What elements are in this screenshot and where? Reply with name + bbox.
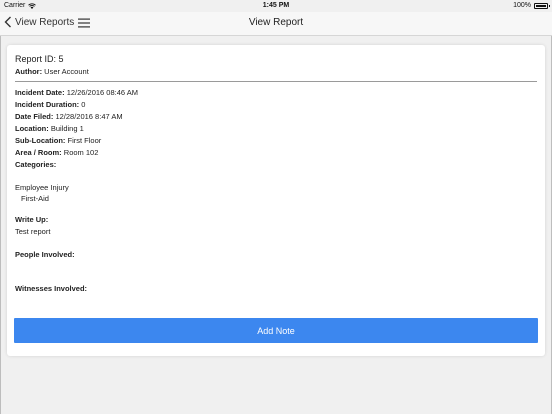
navigation-bar: View Reports View Report — [0, 12, 552, 36]
author-value: User Account — [44, 67, 89, 76]
field-incident-duration: Incident Duration: 0 — [15, 99, 537, 111]
field-date-filed: Date Filed: 12/28/2016 8:47 AM — [15, 111, 537, 123]
field-area-room: Area / Room: Room 102 — [15, 147, 537, 159]
write-up-value: Test report — [15, 227, 51, 236]
categories-list: Employee Injury First-Aid — [15, 182, 537, 204]
category-item: Employee Injury — [15, 183, 69, 192]
chevron-left-icon — [4, 16, 11, 28]
people-involved-label: People Involved: — [15, 250, 75, 259]
write-up-label: Write Up: — [15, 215, 49, 224]
subcategory-item: First-Aid — [21, 194, 49, 203]
report-fields: Incident Date: 12/26/2016 08:46 AM Incid… — [15, 87, 537, 171]
hamburger-menu-icon[interactable] — [78, 18, 90, 28]
author-label: Author: — [15, 67, 43, 76]
frame-border-left — [0, 36, 1, 414]
field-label: Sub-Location: — [15, 136, 66, 145]
witnesses-involved-section: Witnesses Involved: — [15, 283, 537, 295]
field-label: Incident Duration: — [15, 100, 80, 109]
field-label: Categories: — [15, 160, 57, 169]
author-row: Author: User Account — [15, 67, 537, 76]
field-categories: Categories: — [15, 159, 537, 171]
battery-percent: 100% — [513, 2, 531, 9]
header-divider — [15, 81, 537, 82]
add-note-button[interactable]: Add Note — [14, 318, 538, 343]
status-bar: Carrier 1:45 PM 100% — [0, 0, 552, 12]
report-card: Report ID: 5 Author: User Account Incide… — [7, 45, 545, 356]
status-time: 1:45 PM — [262, 2, 290, 9]
field-incident-date: Incident Date: 12/26/2016 08:46 AM — [15, 87, 537, 99]
write-up-section: Write Up: Test report — [15, 214, 537, 238]
field-value: 12/26/2016 08:46 AM — [66, 88, 138, 97]
field-label: Date Filed: — [15, 112, 54, 121]
field-label: Location: — [15, 124, 49, 133]
field-label: Incident Date: — [15, 88, 65, 97]
witnesses-involved-label: Witnesses Involved: — [15, 284, 88, 293]
field-value: 0 — [81, 100, 86, 109]
report-id: Report ID: 5 — [15, 54, 64, 64]
field-value: First Floor — [67, 136, 102, 145]
report-content: Report ID: 5 Author: User Account Incide… — [15, 54, 537, 295]
field-value: 12/28/2016 8:47 AM — [55, 112, 123, 121]
field-label: Area / Room: — [15, 148, 62, 157]
battery-info: 100% — [513, 2, 550, 9]
field-value: Room 102 — [63, 148, 99, 157]
back-button-label: View Reports — [15, 16, 75, 28]
battery-icon — [534, 2, 550, 9]
field-value: Building 1 — [50, 124, 84, 133]
back-button[interactable]: View Reports — [4, 16, 74, 28]
field-location: Location: Building 1 — [15, 123, 537, 135]
people-involved-section: People Involved: — [15, 249, 537, 261]
field-sub-location: Sub-Location: First Floor — [15, 135, 537, 147]
